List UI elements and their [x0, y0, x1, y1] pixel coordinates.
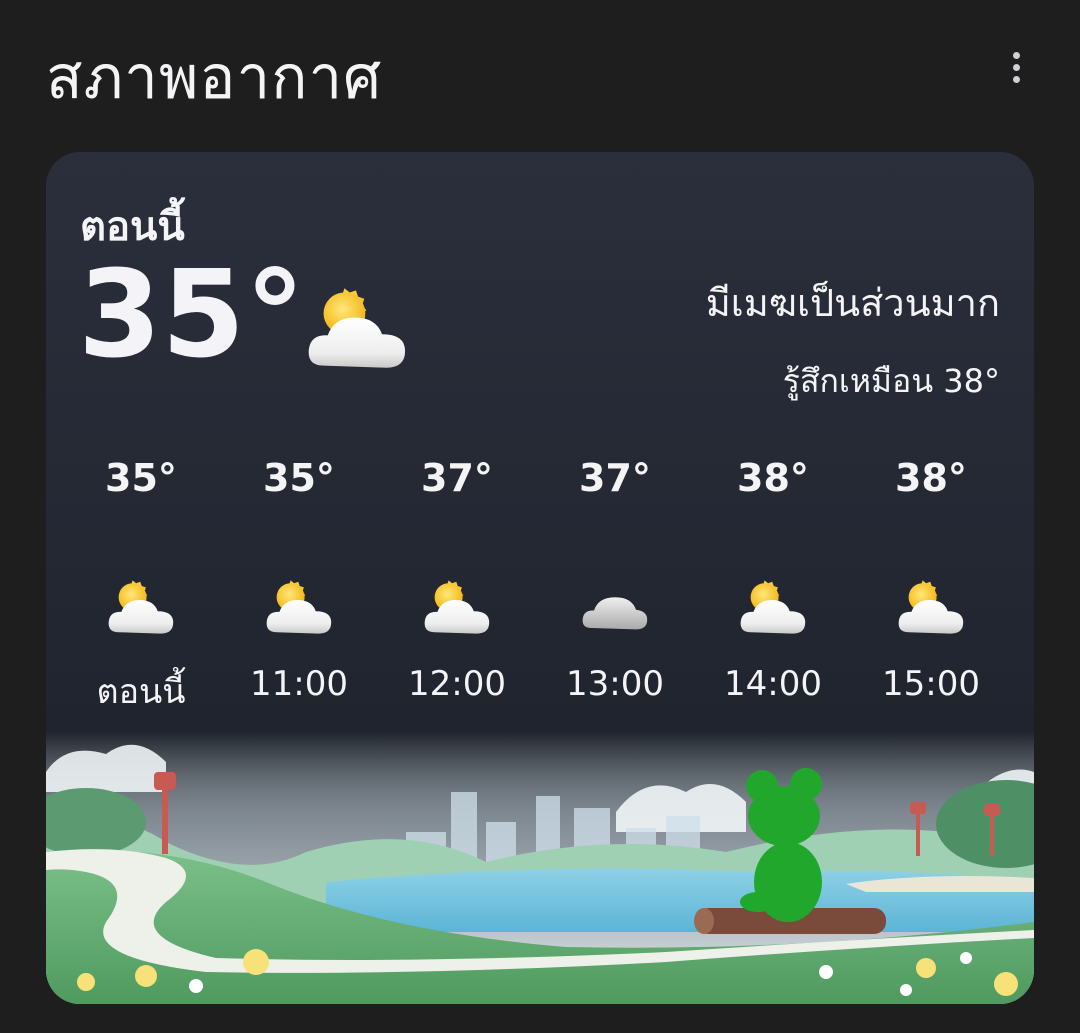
condition-text: มีเมฆเป็นส่วนมาก: [705, 281, 1000, 325]
hourly-temp: 38°: [895, 456, 967, 500]
page-title: สภาพอากาศ: [46, 43, 383, 113]
partly-cloudy-icon: [738, 576, 808, 638]
hourly-time: ตอนนี้: [96, 672, 186, 712]
hourly-time: 12:00: [408, 664, 506, 704]
hourly-temp: 38°: [737, 456, 809, 500]
weather-card[interactable]: ตอนนี้ 35° มีเมฆเป็นส่วนมาก รู้สึกเหมือน…: [46, 152, 1034, 1004]
hourly-item: 35° ตอนนี้: [62, 448, 220, 718]
partly-cloudy-icon: [304, 282, 410, 374]
hourly-time: 15:00: [882, 664, 980, 704]
partly-cloudy-icon: [896, 576, 966, 638]
hourly-time: 13:00: [566, 664, 664, 704]
hourly-time: 11:00: [250, 664, 348, 704]
hourly-item: 38° 15:00: [852, 448, 1010, 718]
hourly-item: 37° 12:00: [378, 448, 536, 718]
hourly-time: 14:00: [724, 664, 822, 704]
more-options-icon[interactable]: [1000, 44, 1032, 90]
partly-cloudy-icon: [264, 576, 334, 638]
park-scene-illustration: [46, 732, 1034, 1004]
hourly-temp: 35°: [263, 456, 335, 500]
current-temp: 35°: [78, 246, 305, 385]
hourly-item: 38° 14:00: [694, 448, 852, 718]
partly-cloudy-icon: [422, 576, 492, 638]
partly-cloudy-icon: [106, 576, 176, 638]
hourly-temp: 35°: [105, 456, 177, 500]
hourly-item: 35° 11:00: [220, 448, 378, 718]
cloudy-icon: [580, 576, 650, 638]
hourly-forecast: 35° ตอนนี้ 35° 11:00 37° 12:00 37° 13:00…: [62, 448, 1010, 718]
hourly-item: 37° 13:00: [536, 448, 694, 718]
hourly-temp: 37°: [579, 456, 651, 500]
feels-like-text: รู้สึกเหมือน 38°: [782, 362, 1000, 400]
hourly-temp: 37°: [421, 456, 493, 500]
